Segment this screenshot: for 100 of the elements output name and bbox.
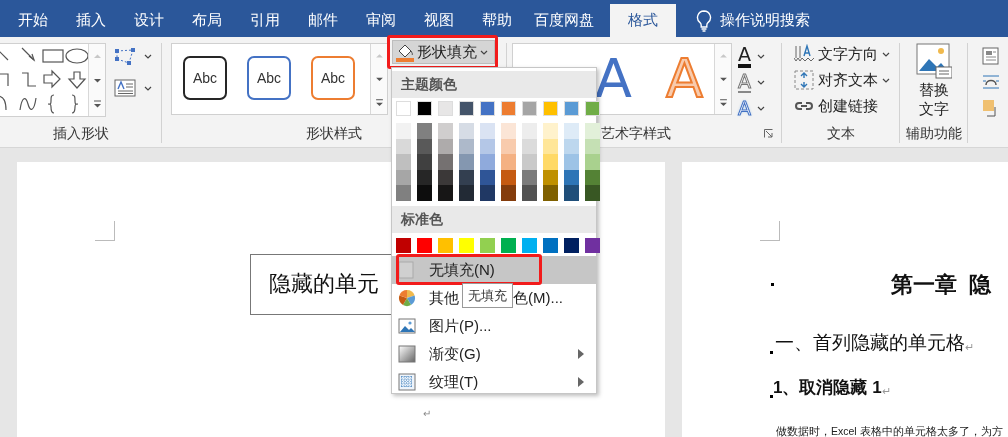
ribbon-tab[interactable]: 引用 [236, 4, 294, 37]
ribbon-tab[interactable]: 布局 [178, 4, 236, 37]
color-swatch[interactable] [564, 154, 579, 170]
color-swatch[interactable] [522, 123, 537, 139]
text-box-icon[interactable] [114, 79, 136, 97]
menu-item[interactable]: 无填充(N) [392, 255, 596, 284]
color-swatch[interactable] [564, 237, 579, 253]
color-swatch[interactable] [585, 237, 600, 253]
section-heading: 1、取消隐藏 1 [773, 378, 882, 398]
group-label: 艺术字样式 [601, 124, 671, 143]
color-swatch[interactable] [417, 123, 432, 139]
shape-fill-button[interactable]: 形状填充 [392, 40, 495, 64]
caret-icon [144, 85, 152, 91]
ribbon-tab[interactable]: 设计 [120, 4, 178, 37]
color-swatch[interactable] [501, 237, 516, 253]
color-swatch[interactable] [543, 185, 558, 201]
chapter-heading: 第一章 隐 [891, 271, 992, 299]
color-swatch[interactable] [417, 185, 432, 201]
color-swatch[interactable] [501, 123, 516, 139]
texture-icon [398, 372, 416, 391]
dialog-launcher-icon[interactable] [764, 128, 773, 138]
color-swatch[interactable] [438, 154, 453, 170]
color-swatch[interactable] [543, 154, 558, 170]
color-swatch[interactable] [543, 123, 558, 139]
edit-points-icon[interactable] [114, 47, 136, 65]
return-mark: ↵ [881, 385, 891, 398]
lightbulb-icon[interactable] [696, 9, 712, 32]
color-swatch[interactable] [585, 185, 600, 201]
color-swatch[interactable] [543, 237, 558, 253]
color-swatch[interactable] [438, 185, 453, 201]
color-swatch[interactable] [396, 237, 411, 253]
caret-icon [757, 105, 765, 111]
color-swatch[interactable] [501, 185, 516, 201]
menu-item[interactable]: 渐变(G) [392, 339, 596, 368]
wordart-preset[interactable]: A [595, 52, 632, 106]
color-swatch[interactable] [459, 154, 474, 170]
style-preset[interactable]: Abc [247, 56, 291, 100]
ribbon-tab[interactable]: 视图 [410, 4, 468, 37]
group-label: 插入形状 [52, 124, 109, 143]
group-label: 辅助功能 [905, 124, 962, 143]
gradient-icon [398, 344, 416, 363]
group-label: 文本 [826, 124, 855, 143]
no-fill-icon [398, 260, 416, 279]
color-swatch[interactable] [585, 123, 600, 139]
wrap-text-icon[interactable] [982, 73, 1000, 91]
ribbon-tab[interactable]: 百度网盘 [526, 4, 602, 37]
section-heading: 一、首列隐藏的单元格 [775, 332, 965, 354]
picture-icon [915, 43, 952, 79]
menu-section-title: 标准色 [392, 205, 596, 233]
caret-icon [757, 53, 765, 59]
ribbon-tab[interactable]: 审阅 [352, 4, 410, 37]
tooltip: 无填充 [462, 283, 513, 308]
caret-icon [757, 79, 765, 85]
color-swatch[interactable] [459, 123, 474, 139]
ribbon-tab[interactable]: 格式 [610, 4, 676, 37]
text-fill-button[interactable]: A [734, 43, 769, 69]
caret-icon [480, 49, 488, 55]
style-preset[interactable]: Abc [311, 56, 355, 100]
color-swatch[interactable] [480, 154, 495, 170]
color-swatch[interactable] [480, 185, 495, 201]
picture-icon [398, 316, 416, 335]
color-swatch[interactable] [501, 154, 516, 170]
margin-corner-mark [95, 221, 115, 241]
color-swatch[interactable] [522, 237, 537, 253]
color-swatch[interactable] [522, 185, 537, 201]
ribbon-command[interactable]: 对齐文本 [790, 67, 894, 93]
ribbon-tab[interactable]: 开始 [4, 4, 62, 37]
alt-text-button[interactable]: 替换 文字 [911, 43, 956, 121]
color-swatch[interactable] [396, 185, 411, 201]
ribbon-command[interactable]: 创建链接 [790, 93, 894, 119]
color-swatch[interactable] [438, 123, 453, 139]
color-swatch[interactable] [585, 154, 600, 170]
menu-item-label[interactable]: 其他 [429, 286, 459, 310]
menu-section-title: 主题颜色 [392, 71, 596, 98]
ribbon-tab[interactable]: 邮件 [294, 4, 352, 37]
color-swatch[interactable] [417, 154, 432, 170]
color-swatch[interactable] [417, 237, 432, 253]
color-swatch[interactable] [480, 237, 495, 253]
ribbon-tab[interactable]: 帮助 [468, 4, 526, 37]
caret-icon [144, 53, 152, 59]
color-swatch[interactable] [396, 154, 411, 170]
return-mark: ↵ [965, 341, 974, 354]
color-wheel-icon [398, 288, 416, 307]
color-swatch[interactable] [564, 185, 579, 201]
ribbon-command[interactable]: 文字方向 [790, 41, 894, 67]
group-label: 形状样式 [306, 124, 362, 143]
color-swatch[interactable] [564, 123, 579, 139]
return-mark: ↵ [423, 408, 432, 420]
ribbon-tab[interactable]: 插入 [62, 4, 120, 37]
color-swatch[interactable] [396, 123, 411, 139]
color-swatch[interactable] [480, 123, 495, 139]
margin-corner-mark [760, 221, 780, 241]
color-swatch[interactable] [522, 154, 537, 170]
menu-item-label[interactable]: 色(M)... [513, 286, 563, 310]
style-preset[interactable]: Abc [183, 56, 227, 100]
position-icon[interactable] [982, 47, 1000, 65]
paint-bucket-icon [396, 42, 414, 62]
search-label[interactable]: 操作说明搜索 [720, 9, 810, 32]
menu-item[interactable]: 纹理(T) [392, 367, 596, 396]
color-swatch[interactable] [459, 185, 474, 201]
